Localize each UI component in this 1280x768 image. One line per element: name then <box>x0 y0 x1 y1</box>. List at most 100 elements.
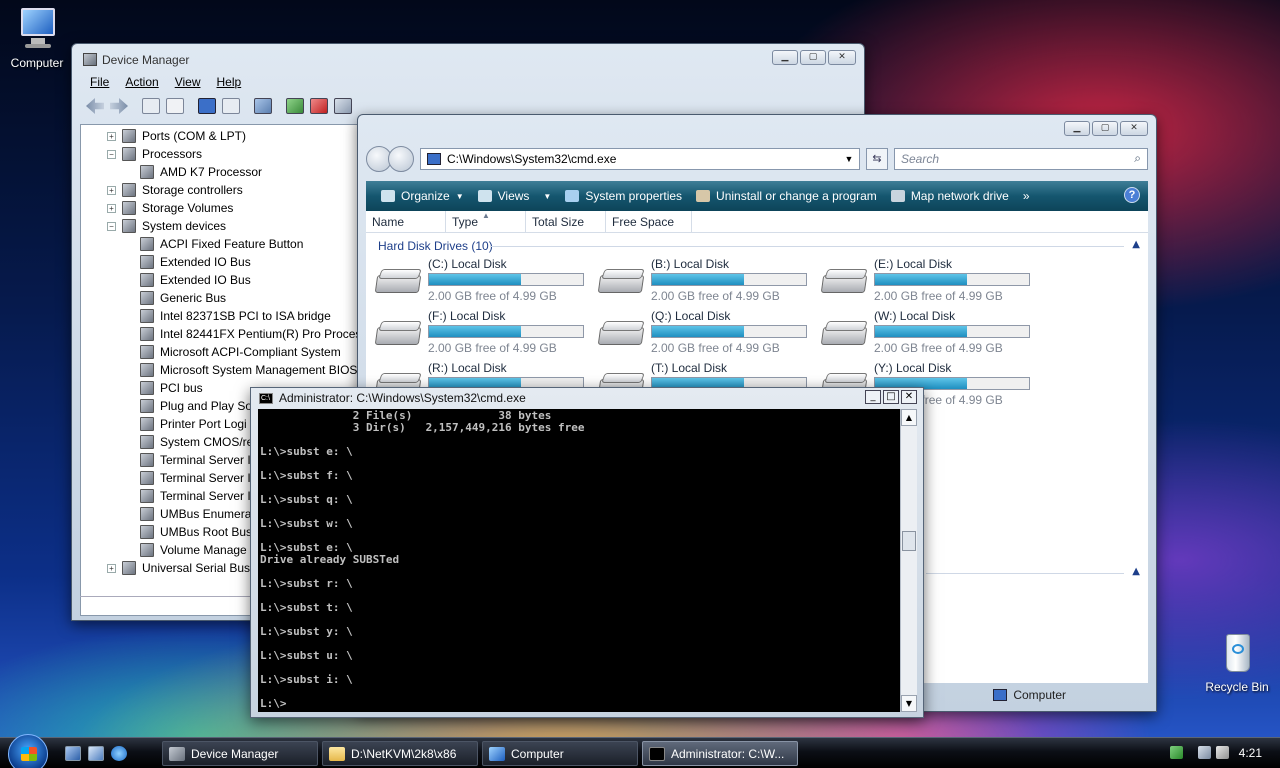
map-network-drive-button[interactable]: Map network drive <box>884 181 1016 211</box>
collapse-icon[interactable]: − <box>107 149 116 159</box>
scroll-up-icon[interactable]: ▲ <box>901 409 917 426</box>
task-cmd[interactable]: Administrator: C:\W... <box>642 741 798 766</box>
tree-node[interactable]: Terminal Server I <box>125 487 251 505</box>
maximize-button[interactable]: ▢ <box>1092 121 1118 136</box>
column-name[interactable]: Name <box>366 211 446 232</box>
desktop-icon-recycle-bin[interactable]: Recycle Bin <box>1200 630 1274 694</box>
close-button[interactable]: ✕ <box>1120 121 1148 136</box>
switch-windows-icon[interactable] <box>88 746 104 761</box>
properties-icon[interactable] <box>166 98 184 114</box>
tree-node[interactable]: Generic Bus <box>125 289 226 307</box>
drive-item[interactable]: (E:) Local Disk 2.00 GB free of 4.99 GB <box>820 257 1040 305</box>
start-button[interactable] <box>8 734 48 768</box>
task-device-manager[interactable]: Device Manager <box>162 741 318 766</box>
tree-node[interactable]: Intel 82441FX Pentium(R) Pro Processor <box>125 325 369 343</box>
back-arrow-icon[interactable] <box>86 98 104 114</box>
scan-hardware-icon[interactable] <box>254 98 272 114</box>
drive-item[interactable]: (C:) Local Disk 2.00 GB free of 4.99 GB <box>374 257 594 305</box>
tree-node[interactable]: Plug and Play So <box>125 397 252 415</box>
tree-node[interactable]: UMBus Enumera <box>125 505 251 523</box>
search-input[interactable]: Search ⌕ <box>894 148 1148 170</box>
help-icon[interactable] <box>198 98 216 114</box>
tree-node[interactable]: System CMOS/re <box>125 433 253 451</box>
uninstall-program-button[interactable]: Uninstall or change a program <box>689 181 884 211</box>
show-hide-tree-icon[interactable] <box>142 98 160 114</box>
menu-action[interactable]: Action <box>125 75 158 89</box>
tree-node[interactable]: Microsoft System Management BIOS <box>125 361 357 379</box>
action-icon[interactable] <box>222 98 240 114</box>
maximize-button[interactable]: ▢ <box>800 50 826 65</box>
tree-node[interactable]: + Universal Serial Bus <box>107 559 250 577</box>
collapse-icon[interactable]: − <box>107 221 116 231</box>
tree-node[interactable]: Terminal Server I <box>125 469 251 487</box>
scroll-thumb[interactable] <box>902 531 916 551</box>
console-output[interactable]: 2 File(s) 38 bytes 3 Dir(s) 2,157,449,21… <box>258 409 900 712</box>
minimize-button[interactable]: ▁ <box>1064 121 1090 136</box>
minimize-button[interactable]: _ <box>865 390 881 404</box>
maximize-button[interactable]: □ <box>883 390 899 404</box>
uninstall-device-icon[interactable] <box>310 98 328 114</box>
console-line: 3 Dir(s) 2,157,449,216 bytes free <box>260 421 585 434</box>
tree-node[interactable]: AMD K7 Processor <box>125 163 262 181</box>
task-folder[interactable]: D:\NetKVM\2k8\x86 <box>322 741 478 766</box>
expand-icon[interactable]: + <box>107 185 116 195</box>
task-computer[interactable]: Computer <box>482 741 638 766</box>
tree-node[interactable]: ACPI Fixed Feature Button <box>125 235 303 253</box>
tree-node[interactable]: − System devices <box>107 217 226 235</box>
menu-file[interactable]: File <box>90 75 109 89</box>
tree-node[interactable]: Intel 82371SB PCI to ISA bridge <box>125 307 331 325</box>
network-icon[interactable] <box>1198 746 1211 759</box>
tree-node[interactable]: + Storage controllers <box>107 181 243 199</box>
column-total-size[interactable]: Total Size <box>526 211 606 232</box>
tree-node[interactable]: Printer Port Logi <box>125 415 247 433</box>
drive-item[interactable]: (Q:) Local Disk 2.00 GB free of 4.99 GB <box>597 309 817 357</box>
drive-item[interactable]: (F:) Local Disk 2.00 GB free of 4.99 GB <box>374 309 594 357</box>
security-shield-icon[interactable] <box>1170 746 1183 759</box>
update-driver-icon[interactable] <box>286 98 304 114</box>
desktop-icon-computer[interactable]: Computer <box>0 6 74 70</box>
more-commands-button[interactable]: » <box>1016 181 1037 211</box>
close-button[interactable]: ✕ <box>828 50 856 65</box>
chevron-up-icon[interactable]: ▲ <box>1132 566 1140 577</box>
volume-muted-icon[interactable] <box>1216 746 1229 759</box>
clock[interactable]: 4:21 <box>1239 746 1262 760</box>
forward-arrow-icon[interactable] <box>110 98 128 114</box>
tree-node[interactable]: + Ports (COM & LPT) <box>107 127 246 145</box>
tree-node[interactable]: UMBus Root Bus <box>125 523 252 541</box>
organize-button[interactable]: Organize ▼ <box>374 181 471 211</box>
console-scrollbar[interactable]: ▲ ▼ <box>900 409 917 712</box>
forward-button[interactable] <box>388 146 414 172</box>
tree-node[interactable]: Volume Manage <box>125 541 247 559</box>
scroll-down-icon[interactable]: ▼ <box>901 695 917 712</box>
drive-item[interactable]: (W:) Local Disk 2.00 GB free of 4.99 GB <box>820 309 1040 357</box>
address-bar[interactable]: C:\Windows\System32\cmd.exe ▼ <box>420 148 860 170</box>
help-icon[interactable]: ? <box>1124 187 1140 203</box>
menu-help[interactable]: Help <box>217 75 242 89</box>
column-free-space[interactable]: Free Space <box>606 211 692 232</box>
minimize-button[interactable]: ▁ <box>772 50 798 65</box>
tree-node[interactable]: − Processors <box>107 145 202 163</box>
group-header-hard-disk-drives[interactable]: Hard Disk Drives (10) <box>378 239 493 253</box>
close-button[interactable]: ✕ <box>901 390 917 404</box>
disable-device-icon[interactable] <box>334 98 352 114</box>
expand-icon[interactable]: + <box>107 563 116 573</box>
expand-icon[interactable]: + <box>107 203 116 213</box>
tree-node[interactable]: Terminal Server I <box>125 451 251 469</box>
menu-view[interactable]: View <box>175 75 201 89</box>
device-manager-app-icon <box>83 53 97 66</box>
expand-icon[interactable]: + <box>107 131 116 141</box>
chevron-up-icon[interactable]: ▲ <box>1132 239 1140 250</box>
tree-node[interactable]: Extended IO Bus <box>125 271 251 289</box>
search-icon[interactable]: ⌕ <box>1134 151 1141 166</box>
address-dropdown-icon[interactable]: ▼ <box>839 154 859 164</box>
tree-node[interactable]: + Storage Volumes <box>107 199 233 217</box>
tree-node[interactable]: Extended IO Bus <box>125 253 251 271</box>
tree-node[interactable]: Microsoft ACPI-Compliant System <box>125 343 341 361</box>
refresh-button[interactable]: ⇆ <box>866 148 888 170</box>
column-type[interactable]: Type ▲ <box>446 211 526 232</box>
drive-item[interactable]: (B:) Local Disk 2.00 GB free of 4.99 GB <box>597 257 817 305</box>
tree-node[interactable]: PCI bus <box>125 379 203 397</box>
system-properties-button[interactable]: System properties <box>558 181 689 211</box>
internet-explorer-icon[interactable] <box>111 746 127 761</box>
show-desktop-icon[interactable] <box>65 746 81 761</box>
